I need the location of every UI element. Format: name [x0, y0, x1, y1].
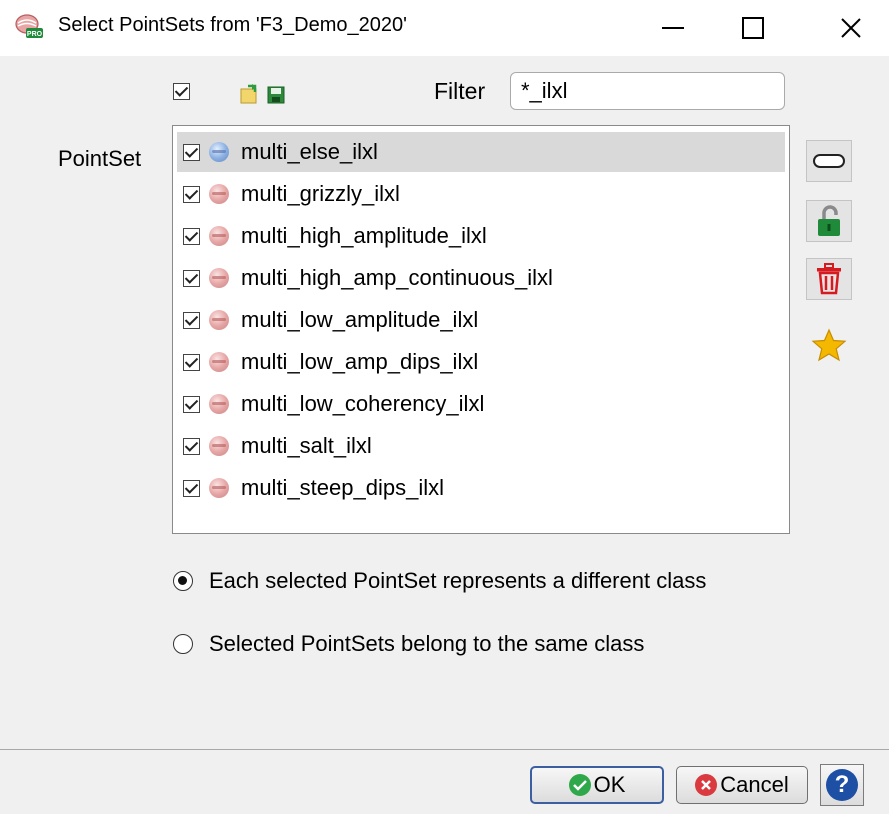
item-label: multi_salt_ilxl: [241, 433, 372, 458]
unlock-icon: [818, 205, 840, 236]
filter-label: Filter: [434, 78, 486, 104]
radio-different-class[interactable]: [173, 571, 193, 591]
divider: [0, 749, 889, 750]
radio-same-class[interactable]: [173, 634, 193, 654]
item-checkbox[interactable]: [183, 143, 200, 161]
check-icon: [568, 774, 591, 796]
item-label: multi_high_amp_continuous_ilxl: [241, 265, 553, 290]
delete-button[interactable]: [806, 258, 852, 300]
favorite-icon: [811, 328, 847, 362]
item-label: multi_high_amplitude_ilxl: [241, 223, 487, 248]
option-different-class-label: Each selected PointSet represents a diff…: [209, 568, 707, 593]
list-item[interactable]: multi_else_ilxl: [177, 132, 785, 172]
pointset-icon: [209, 436, 229, 456]
window-title: Select PointSets from 'F3_Demo_2020': [58, 14, 407, 36]
save-icon[interactable]: [266, 83, 286, 105]
rename-button[interactable]: [806, 140, 852, 182]
maximize-button[interactable]: [720, 0, 786, 56]
help-button[interactable]: ?: [820, 764, 864, 806]
title-bar: PRO Select PointSets from 'F3_Demo_2020': [0, 0, 889, 56]
pointset-list[interactable]: multi_else_ilxl multi_grizzly_ilxl multi…: [172, 125, 790, 534]
item-checkbox[interactable]: [183, 353, 200, 371]
pointset-label: PointSet: [58, 146, 142, 171]
option-different-class[interactable]: Each selected PointSet represents a diff…: [173, 568, 706, 594]
item-checkbox[interactable]: [183, 269, 200, 287]
item-label: multi_steep_dips_ilxl: [241, 475, 444, 500]
item-checkbox[interactable]: [183, 479, 200, 497]
option-same-class[interactable]: Selected PointSets belong to the same cl…: [173, 631, 644, 657]
ok-button[interactable]: OK: [530, 766, 664, 804]
item-label: multi_low_amplitude_ilxl: [241, 307, 479, 332]
help-icon: ?: [826, 769, 858, 801]
filter-input[interactable]: [510, 72, 785, 110]
svg-text:PRO: PRO: [27, 31, 43, 38]
cancel-icon: [695, 774, 718, 796]
list-item[interactable]: multi_high_amp_continuous_ilxl: [177, 258, 785, 298]
pointset-icon: [209, 352, 229, 372]
list-item[interactable]: multi_grizzly_ilxl: [177, 174, 785, 214]
select-all-checkbox[interactable]: [173, 83, 190, 100]
pointset-icon: [209, 142, 229, 162]
list-item[interactable]: multi_salt_ilxl: [177, 426, 785, 466]
minimize-icon: [662, 27, 684, 29]
list-item[interactable]: multi_steep_dips_ilxl: [177, 468, 785, 508]
item-label: multi_else_ilxl: [241, 139, 378, 164]
item-checkbox[interactable]: [183, 227, 200, 245]
list-item[interactable]: multi_low_coherency_ilxl: [177, 384, 785, 424]
open-icon[interactable]: [240, 83, 260, 105]
cancel-label: Cancel: [720, 772, 789, 797]
close-button[interactable]: [818, 0, 884, 56]
pointset-icon: [209, 310, 229, 330]
option-same-class-label: Selected PointSets belong to the same cl…: [209, 631, 645, 656]
item-label: multi_grizzly_ilxl: [241, 181, 400, 206]
list-item[interactable]: multi_low_amplitude_ilxl: [177, 300, 785, 340]
opendtect-pro-icon: PRO: [14, 13, 44, 39]
pointset-icon: [209, 226, 229, 246]
list-item[interactable]: multi_low_amp_dips_ilxl: [177, 342, 785, 382]
list-item[interactable]: multi_high_amplitude_ilxl: [177, 216, 785, 256]
favorite-button[interactable]: [806, 324, 852, 366]
pointset-icon: [209, 478, 229, 498]
item-checkbox[interactable]: [183, 185, 200, 203]
item-checkbox[interactable]: [183, 395, 200, 413]
item-checkbox[interactable]: [183, 437, 200, 455]
pointset-icon: [209, 394, 229, 414]
unlock-button[interactable]: [806, 200, 852, 242]
maximize-icon: [742, 17, 764, 39]
pointset-icon: [209, 184, 229, 204]
pointset-icon: [209, 268, 229, 288]
item-label: multi_low_amp_dips_ilxl: [241, 349, 479, 374]
cancel-button[interactable]: Cancel: [676, 766, 808, 804]
ok-label: OK: [593, 772, 626, 797]
item-checkbox[interactable]: [183, 311, 200, 329]
minimize-button[interactable]: [640, 0, 706, 56]
close-icon: [841, 18, 861, 38]
item-label: multi_low_coherency_ilxl: [241, 391, 485, 416]
delete-icon: [817, 263, 841, 295]
rename-icon: [813, 154, 845, 168]
